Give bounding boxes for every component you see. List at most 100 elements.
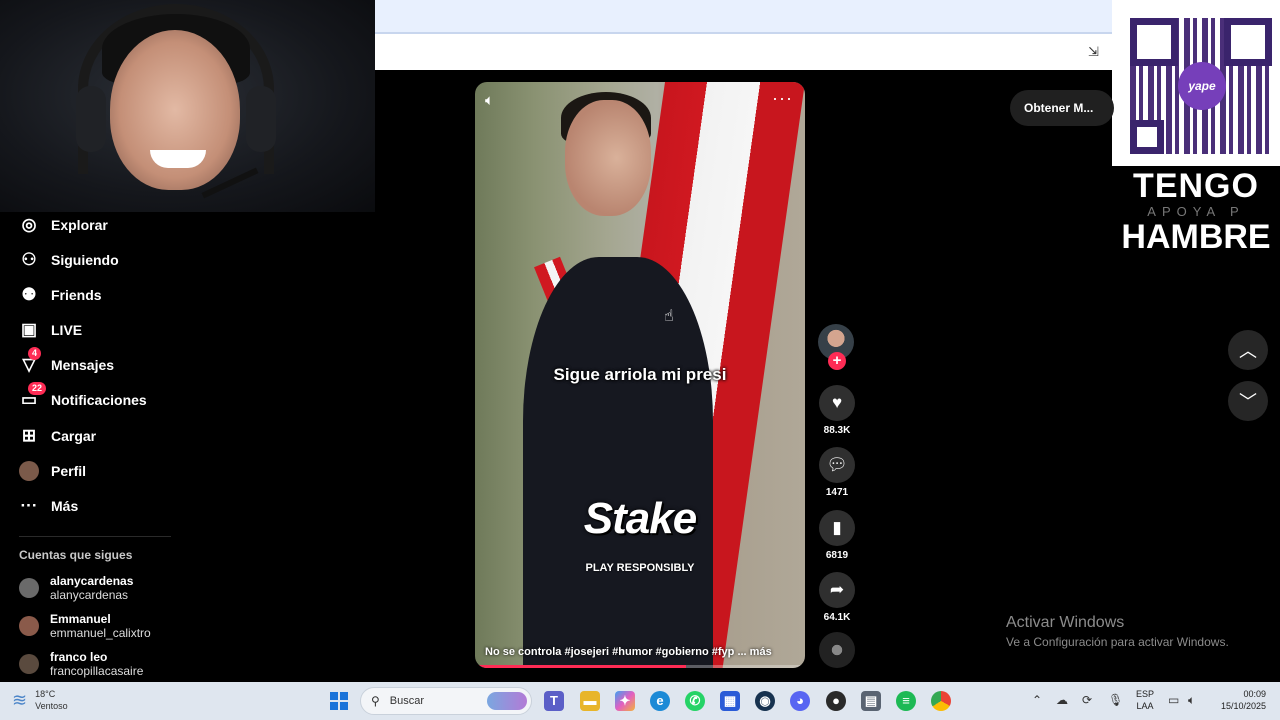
sidebar-item-label: LIVE: [51, 322, 83, 338]
microphone-icon[interactable]: 🎙︎: [1108, 693, 1123, 707]
display-icon[interactable]: ▭: [1168, 693, 1179, 707]
following-account[interactable]: Emmanuel emmanuel_calixtro: [19, 612, 151, 640]
messages-badge: 4: [28, 347, 42, 360]
whatsapp-icon[interactable]: ✆: [685, 691, 705, 711]
copilot-icon[interactable]: ✦: [615, 691, 635, 711]
weather-condition: Ventoso: [35, 701, 68, 711]
teams-icon[interactable]: T: [544, 691, 564, 711]
taskbar-search[interactable]: ⚲ Buscar: [360, 687, 532, 715]
activate-windows-watermark: Activar Windows Ve a Configuración para …: [1006, 614, 1229, 649]
send-icon: ▽ 4: [18, 347, 42, 376]
sidebar-item-siguiendo[interactable]: ⚇ Siguiendo: [18, 248, 119, 272]
sidebar-item-cargar[interactable]: ⊞ Cargar: [18, 424, 96, 448]
sponsor-tagline: PLAY RESPONSIBLY: [585, 562, 695, 574]
comment-icon[interactable]: 💬︎: [819, 447, 855, 483]
lang-code: ESP: [1136, 689, 1155, 699]
avatar: [19, 616, 39, 636]
video-progress-bar[interactable]: [475, 665, 805, 668]
spotify-icon[interactable]: ≡: [896, 691, 916, 711]
volume-icon[interactable]: 🔈︎: [1188, 693, 1195, 708]
wind-icon: ≋: [12, 689, 28, 710]
heart-icon[interactable]: ♥: [819, 385, 855, 421]
edge-icon[interactable]: e: [650, 691, 670, 711]
chrome-icon[interactable]: [931, 691, 951, 711]
share-icon[interactable]: ➦: [819, 572, 855, 608]
plus-box-icon: ⊞: [21, 426, 37, 445]
video-description[interactable]: No se controla #josejeri #humor #gobiern…: [485, 646, 795, 658]
sidebar-item-live[interactable]: ▣ LIVE: [18, 318, 82, 342]
friends-icon: ⚉: [21, 285, 37, 304]
search-icon: ⚲: [371, 694, 380, 708]
sidebar-item-label: Siguiendo: [51, 252, 119, 268]
sidebar-item-notificaciones[interactable]: ▭ 22 Notificaciones: [18, 382, 147, 412]
cloud-icon[interactable]: ☁︎: [1056, 693, 1068, 707]
windows-start-icon[interactable]: [330, 692, 348, 710]
sync-icon[interactable]: ⟳: [1082, 693, 1092, 707]
avatar: [19, 654, 39, 674]
next-video-button[interactable]: ﹀: [1228, 381, 1268, 421]
account-handle: emmanuel_calixtro: [50, 626, 151, 640]
search-placeholder: Buscar: [389, 695, 425, 707]
user-follow-icon: ⚇: [21, 250, 37, 269]
notifications-badge: 22: [28, 382, 47, 395]
tray-overflow-icon[interactable]: ⌃: [1032, 693, 1042, 707]
previous-video-button[interactable]: ︿: [1228, 330, 1268, 370]
live-tv-icon: ▣: [20, 320, 38, 339]
sidebar-item-perfil[interactable]: Perfil: [18, 459, 86, 483]
video-progress-fill: [475, 665, 687, 668]
language-indicator[interactable]: ESP LAA: [1136, 688, 1154, 712]
sidebar-item-explorar[interactable]: ◎ Explorar: [18, 213, 108, 237]
banner-line-3: HAMBRE: [1121, 218, 1271, 256]
music-disc-icon[interactable]: [819, 632, 855, 668]
compass-icon: ◎: [21, 215, 37, 234]
like-action[interactable]: ♥ 88.3K: [818, 385, 856, 436]
following-heading: Cuentas que sigues: [19, 548, 133, 562]
following-account[interactable]: alanycardenas alanycardenas: [19, 574, 133, 602]
share-action[interactable]: ➦ 64.1K: [818, 572, 856, 623]
sidebar-item-label: Explorar: [51, 217, 108, 233]
sidebar-item-mas[interactable]: ··· Más: [18, 494, 79, 518]
save-count: 6819: [825, 550, 849, 561]
account-name: Emmanuel: [50, 612, 111, 626]
search-highlight-icon: [487, 692, 527, 710]
follow-plus-button[interactable]: +: [828, 352, 846, 370]
account-name: franco leo: [50, 650, 108, 664]
steam-icon[interactable]: ◉: [755, 691, 775, 711]
webcam-overlay: [0, 0, 375, 212]
sidebar-item-mensajes[interactable]: ▽ 4 Mensajes: [18, 347, 115, 377]
sidebar-item-label: Notificaciones: [51, 392, 147, 408]
banner-line-1: TENGO: [1133, 167, 1259, 205]
comment-action[interactable]: 💬︎ 1471: [818, 447, 856, 498]
browser-address-bar[interactable]: ⇲: [375, 32, 1112, 70]
screen: ⇲ yape TENGO APOYA P HAMBRE ◎ Explorar ⚇…: [0, 0, 1280, 720]
qr-corner: [1130, 120, 1164, 154]
clock-time: 00:09: [1243, 689, 1266, 699]
discord-icon[interactable]: ◕: [790, 691, 810, 711]
get-app-button[interactable]: Obtener M...: [1010, 90, 1114, 126]
activate-title: Activar Windows: [1006, 614, 1125, 631]
app-icon[interactable]: ●: [826, 691, 846, 711]
following-account[interactable]: franco leo francopillacasaire: [19, 650, 143, 678]
account-handle: alanycardenas: [50, 588, 129, 602]
sidebar-item-label: Mensajes: [51, 357, 115, 373]
share-count: 64.1K: [823, 612, 851, 623]
avatar: [19, 578, 39, 598]
headset-ear-left: [76, 86, 106, 152]
bookmark-icon[interactable]: ▮: [819, 510, 855, 546]
sidebar-item-label: Cargar: [51, 428, 97, 444]
weather-widget[interactable]: ≋ 18°C Ventoso: [12, 688, 68, 712]
install-app-icon[interactable]: ⇲: [1088, 44, 1104, 59]
save-action[interactable]: ▮ 6819: [818, 510, 856, 561]
file-explorer-icon[interactable]: ▬: [580, 691, 600, 711]
store-icon[interactable]: ▦: [720, 691, 740, 711]
video-more-button[interactable]: ···: [772, 88, 793, 109]
yape-logo: yape: [1178, 62, 1226, 110]
video-player[interactable]: 🔈︎ ··· Sigue arriola mi presi Stake PLAY…: [475, 82, 805, 668]
taskbar-clock[interactable]: 00:09 15/10/2025: [1212, 688, 1266, 712]
volume-icon[interactable]: 🔈︎: [485, 92, 494, 109]
more-dots-icon: ···: [20, 496, 38, 515]
donation-banner: TENGO APOYA P HAMBRE: [1112, 166, 1280, 258]
like-count: 88.3K: [823, 425, 851, 436]
sidebar-item-friends[interactable]: ⚉ Friends: [18, 283, 101, 307]
calculator-icon[interactable]: ▤: [861, 691, 881, 711]
